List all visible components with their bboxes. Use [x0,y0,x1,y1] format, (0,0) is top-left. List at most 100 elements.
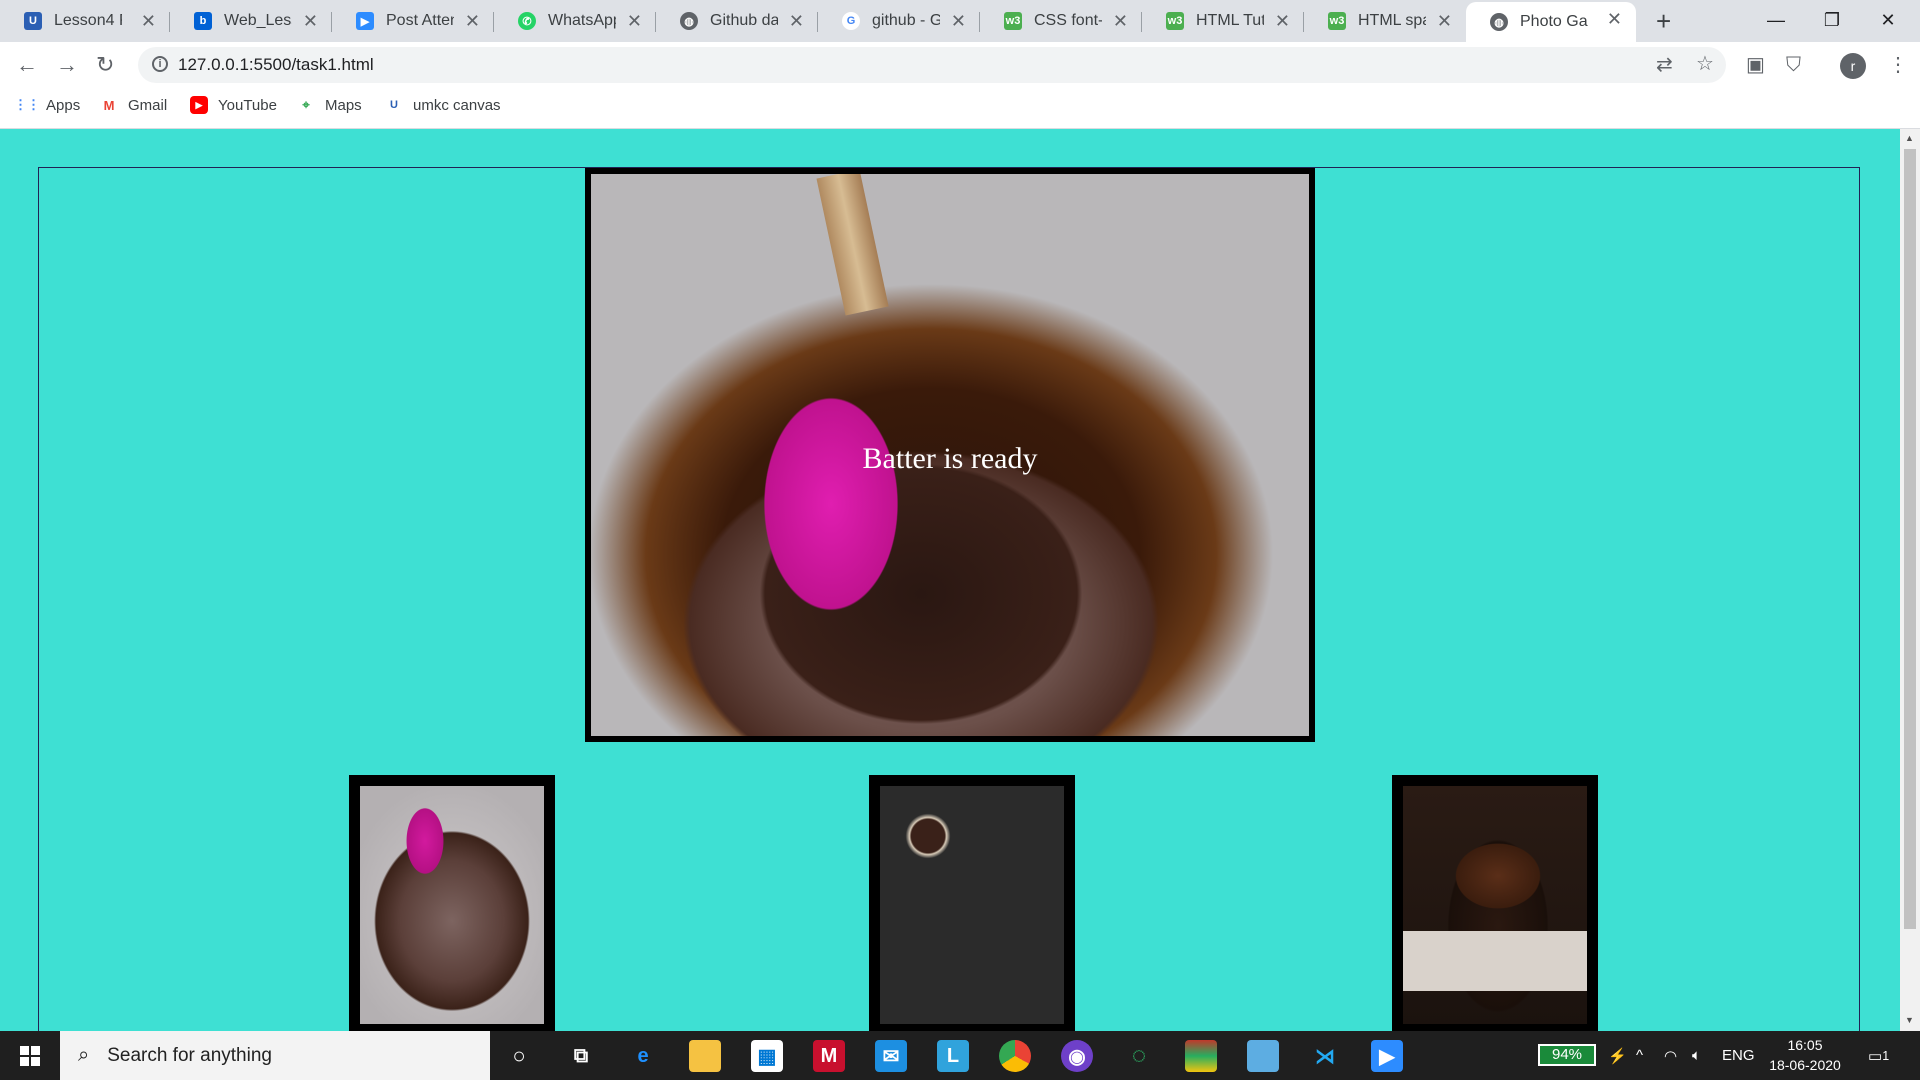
thumbnail-batter[interactable] [349,775,555,1035]
hero-image-frame: Batter is ready [585,168,1315,742]
bookmark-maps[interactable]: ⌖ Maps [297,96,361,114]
tab-photo-gallery[interactable]: ◍ Photo Galler ✕ [1466,2,1636,42]
tab-css-font-weight[interactable]: w3 CSS font-we ✕ [980,4,1142,38]
close-window-button[interactable]: ✕ [1860,0,1916,40]
url-text[interactable]: 127.0.0.1:5500/task1.html [178,55,374,75]
scroll-down-arrow-icon[interactable]: ▼ [1905,1015,1914,1025]
google-icon: G [842,12,860,30]
page-scrollbar[interactable]: ▲ ▼ [1900,129,1920,1031]
bookmark-star-icon[interactable]: ☆ [1696,53,1714,75]
umkc-icon: U [24,12,42,30]
zoom-icon: ▶ [356,12,374,30]
task-view-icon[interactable]: ⧉ [565,1040,597,1072]
globe-icon: ◍ [680,12,698,30]
w3schools-icon: w3 [1166,12,1184,30]
notification-icon[interactable]: ▭ 1 [1868,1031,1889,1080]
tab-html-span[interactable]: w3 HTML span T ✕ [1304,4,1466,38]
globe-icon: ◍ [1490,13,1508,31]
power-plug-icon[interactable]: ⚡ [1608,1031,1627,1080]
extension-shield-icon[interactable]: ▣ [1746,54,1765,76]
file-explorer-icon[interactable] [689,1040,721,1072]
back-button[interactable]: ← [16,52,38,78]
spatula-handle [816,174,889,316]
bookmarks-bar: ⋮⋮ Apps M Gmail ▶ YouTube ⌖ Maps U umkc … [0,88,1920,129]
tab-lesson4[interactable]: U Lesson4 Plan ✕ [0,4,170,38]
address-bar[interactable]: i 127.0.0.1:5500/task1.html ⇄ ☆ [138,47,1726,83]
scroll-up-arrow-icon[interactable]: ▲ [1905,133,1914,143]
zoom-icon[interactable]: ▶ [1371,1040,1403,1072]
volume-icon[interactable]: 🔈︎ [1692,1031,1701,1080]
tab-web-lesson[interactable]: b Web_Lesson ✕ [170,4,332,38]
thumbnail-image [880,786,1064,1024]
start-button[interactable] [0,1031,60,1080]
bookmark-gmail[interactable]: M Gmail [100,96,168,114]
tab-html-tutorial[interactable]: w3 HTML Tutori ✕ [1142,4,1304,38]
mail-icon[interactable]: ✉ [875,1040,907,1072]
taskbar-search[interactable]: ⌕ Search for anything [60,1031,490,1080]
tab-github-google[interactable]: G github - Goo ✕ [818,4,980,38]
youtube-icon: ▶ [190,96,208,114]
close-icon[interactable]: ✕ [303,12,318,30]
box-icon: b [194,12,212,30]
language-indicator[interactable]: ENG [1722,1031,1755,1080]
vscode-icon[interactable]: ⋊ [1309,1040,1341,1072]
windows-taskbar: ⌕ Search for anything ○ ⧉ e ▦ M ✉ L ◉ ◌ … [0,1031,1920,1080]
tab-whatsapp[interactable]: ✆ WhatsApp ✕ [494,4,656,38]
whatsapp-icon: ✆ [518,12,536,30]
chrome-icon[interactable] [999,1040,1031,1072]
gmail-icon: M [103,97,115,113]
info-icon[interactable]: i [152,56,168,72]
close-icon[interactable]: ✕ [789,12,804,30]
new-tab-button[interactable]: + [1656,4,1671,38]
tray-chevron-icon[interactable]: ^ [1636,1031,1643,1080]
thumbnail-image [360,786,544,1024]
tab-strip: U Lesson4 Plan ✕ b Web_Lesson ✕ ▶ Post A… [0,0,1920,42]
battery-indicator[interactable]: 94% [1538,1044,1596,1066]
bookmark-apps[interactable]: ⋮⋮ Apps [14,96,80,114]
edge-icon[interactable]: e [627,1040,659,1072]
maps-icon: ⌖ [302,97,310,112]
lync-icon[interactable]: L [937,1040,969,1072]
tab-post-attendee[interactable]: ▶ Post Attendee ✕ [332,4,494,38]
github-desktop-icon[interactable]: ◉ [1061,1040,1093,1072]
translate-icon[interactable]: ⇄ [1656,54,1673,76]
close-icon[interactable]: ✕ [1607,10,1622,28]
browser-toolbar: ← → ↻ i 127.0.0.1:5500/task1.html ⇄ ☆ ▣ … [0,42,1920,88]
bookmark-youtube[interactable]: ▶ YouTube [190,96,277,114]
profile-avatar[interactable]: r [1840,53,1866,79]
menu-icon[interactable]: ⋮ [1888,54,1908,76]
thumbnail-cupcake-pan[interactable] [869,775,1075,1035]
search-icon: ⌕ [78,1044,90,1066]
hero-caption: Batter is ready [862,442,1038,475]
w3schools-icon: w3 [1004,12,1022,30]
close-icon[interactable]: ✕ [1437,12,1452,30]
cortana-icon[interactable]: ○ [503,1040,535,1072]
refresh-app-icon[interactable]: ◌ [1123,1040,1155,1072]
scrollbar-thumb[interactable] [1904,149,1916,929]
extension-guard-icon[interactable]: ⛉ [1786,54,1801,76]
thumbnail-image [1403,786,1587,1024]
umkc-icon: U [390,99,398,111]
close-icon[interactable]: ✕ [141,12,156,30]
thumbnail-cupcake[interactable] [1392,775,1598,1035]
system-clock[interactable]: 16:05 18-06-2020 [1760,1035,1850,1075]
close-icon[interactable]: ✕ [465,12,480,30]
apps-grid-icon: ⋮⋮ [14,97,40,112]
close-icon[interactable]: ✕ [1113,12,1128,30]
close-icon[interactable]: ✕ [627,12,642,30]
close-icon[interactable]: ✕ [1275,12,1290,30]
wifi-icon[interactable]: ◠ [1664,1031,1677,1080]
restore-button[interactable]: ❐ [1804,0,1860,40]
windows-logo-icon [20,1045,40,1066]
bookmark-umkc-canvas[interactable]: U umkc canvas [385,96,501,114]
winrar-icon[interactable] [1185,1040,1217,1072]
tab-github-data[interactable]: ◍ Github data ✕ [656,4,818,38]
minimize-button[interactable]: — [1748,0,1804,40]
w3schools-icon: w3 [1328,12,1346,30]
forward-button[interactable]: → [56,52,78,78]
reload-button[interactable]: ↻ [96,52,114,78]
mcafee-icon[interactable]: M [813,1040,845,1072]
store-icon[interactable]: ▦ [751,1040,783,1072]
notes-app-icon[interactable] [1247,1040,1279,1072]
close-icon[interactable]: ✕ [951,12,966,30]
